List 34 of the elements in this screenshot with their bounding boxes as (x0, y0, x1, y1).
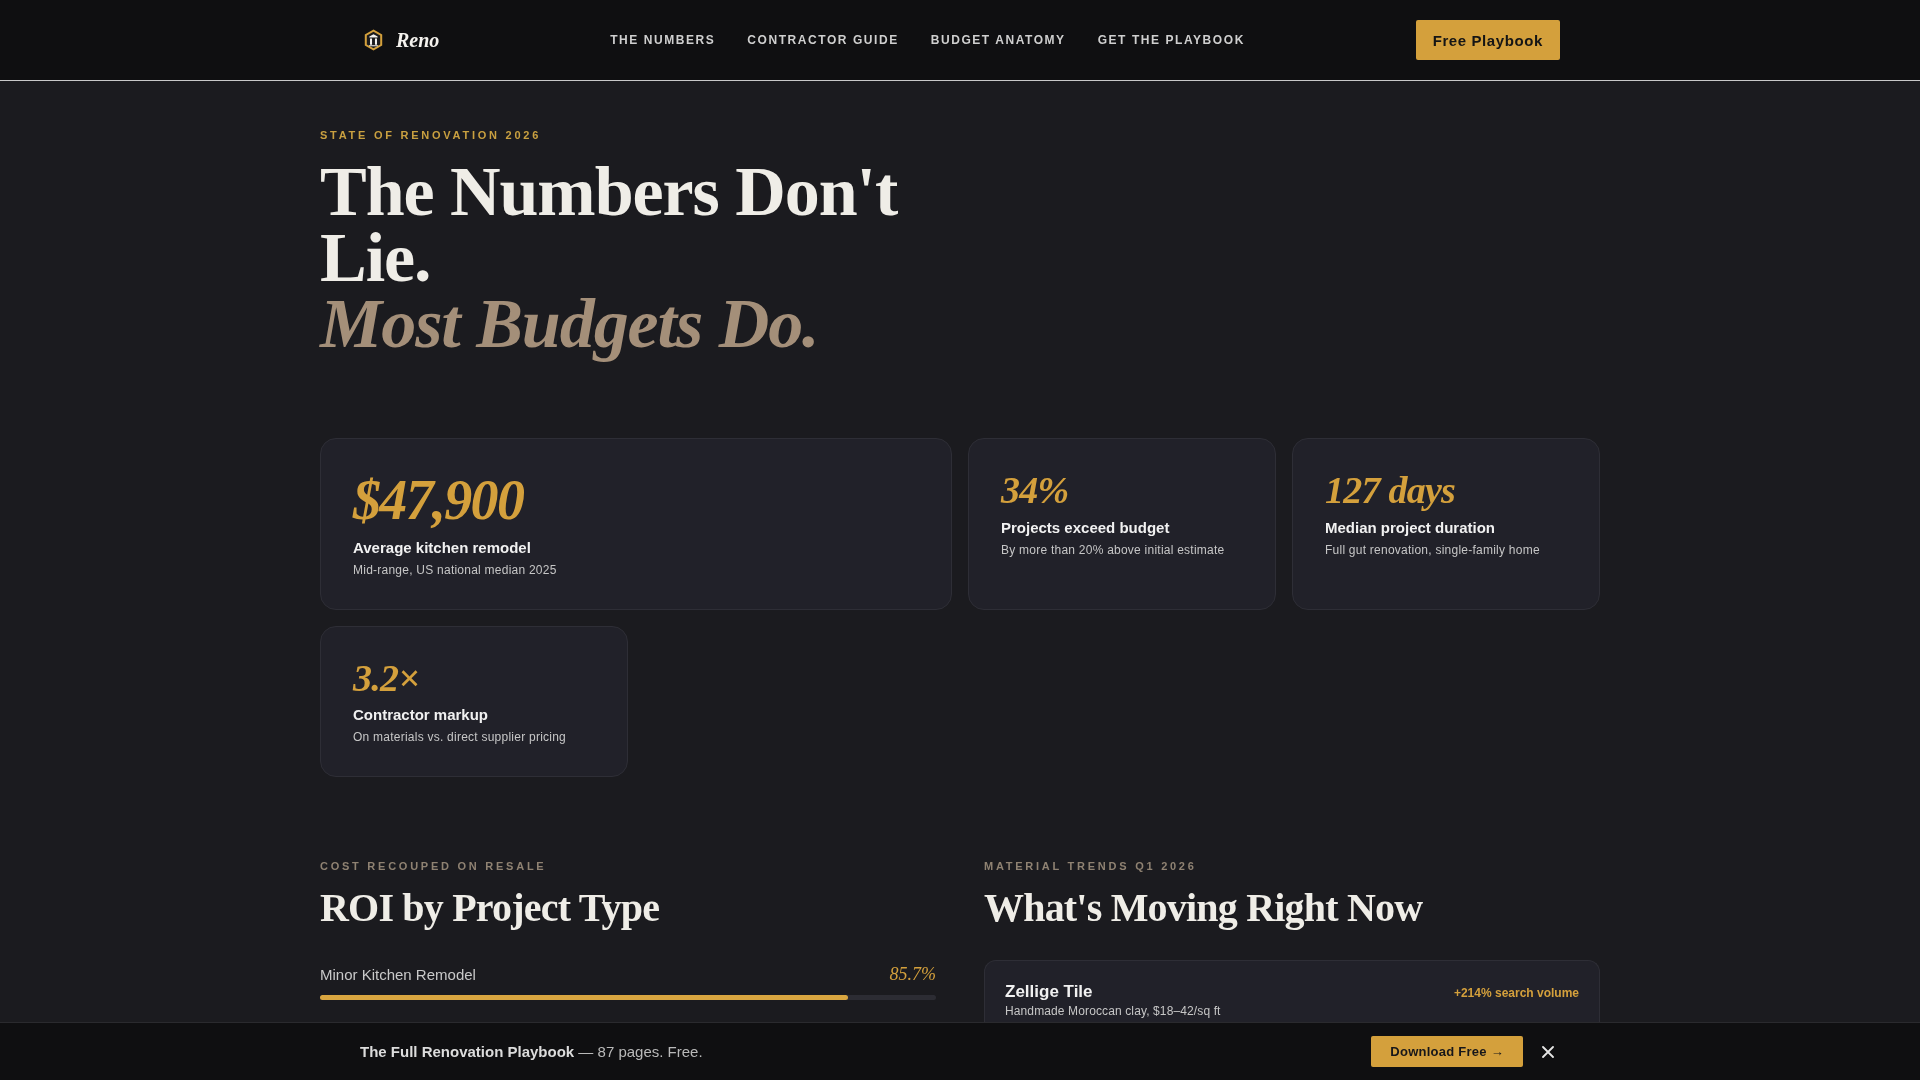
section-eyebrow: MATERIAL TRENDS Q1 2026 (984, 859, 1198, 874)
stat-label: Contractor markup (353, 705, 490, 726)
stat-note: Mid-range, US national median 2025 (353, 561, 558, 578)
stat-value: 127 days (1325, 470, 1457, 512)
stat-value: 3.2× (353, 657, 421, 700)
home-link[interactable]: Reno (360, 28, 440, 52)
stat-label: Median project duration (1325, 517, 1496, 538)
stat-value: $47,900 (353, 470, 525, 532)
stat-note: By more than 20% above initial estimate (1001, 541, 1226, 558)
roi-value: 85.7% (889, 964, 936, 985)
roi-label: Minor Kitchen Remodel (320, 965, 476, 986)
section-heading: What's Moving Right Now (984, 884, 1424, 933)
cta-button[interactable]: Free Playbook (1415, 20, 1560, 60)
stat-label: Average kitchen remodel (353, 537, 532, 558)
nav-link[interactable]: GET THE PLAYBOOK (1097, 33, 1245, 47)
download-button[interactable]: Download Free → (1371, 1036, 1523, 1067)
nav-link[interactable]: THE NUMBERS (610, 33, 716, 47)
stat-value: 34% (1001, 470, 1070, 512)
trend-name: Zellige Tile (1005, 982, 1093, 1003)
stat-note: Full gut renovation, single-family home (1325, 541, 1541, 558)
nav-link[interactable]: CONTRACTOR GUIDE (747, 33, 899, 47)
hero-heading: The Numbers Don't Lie. (320, 159, 899, 291)
stat-note: On materials vs. direct supplier pricing (353, 729, 567, 746)
nav-link[interactable]: BUDGET ANATOMY (930, 33, 1066, 47)
logo-icon (364, 29, 383, 51)
section-heading: ROI by Project Type (320, 884, 661, 933)
promo-text: The Full Renovation Playbook — 87 pages. Free. (360, 1041, 703, 1062)
close-icon (1542, 1045, 1554, 1058)
stat-label: Projects exceed budget (1001, 517, 1171, 538)
hero-eyebrow: STATE OF RENOVATION 2026 (320, 128, 543, 142)
trend-description: Handmade Moroccan clay, $18–42/sq ft (1005, 1004, 1222, 1019)
trend-stat-label: +214% search volume (1453, 985, 1579, 1002)
section-eyebrow: COST RECOUPED ON RESALE (320, 859, 548, 874)
hero-tagline: Most Budgets Do. (318, 291, 820, 364)
